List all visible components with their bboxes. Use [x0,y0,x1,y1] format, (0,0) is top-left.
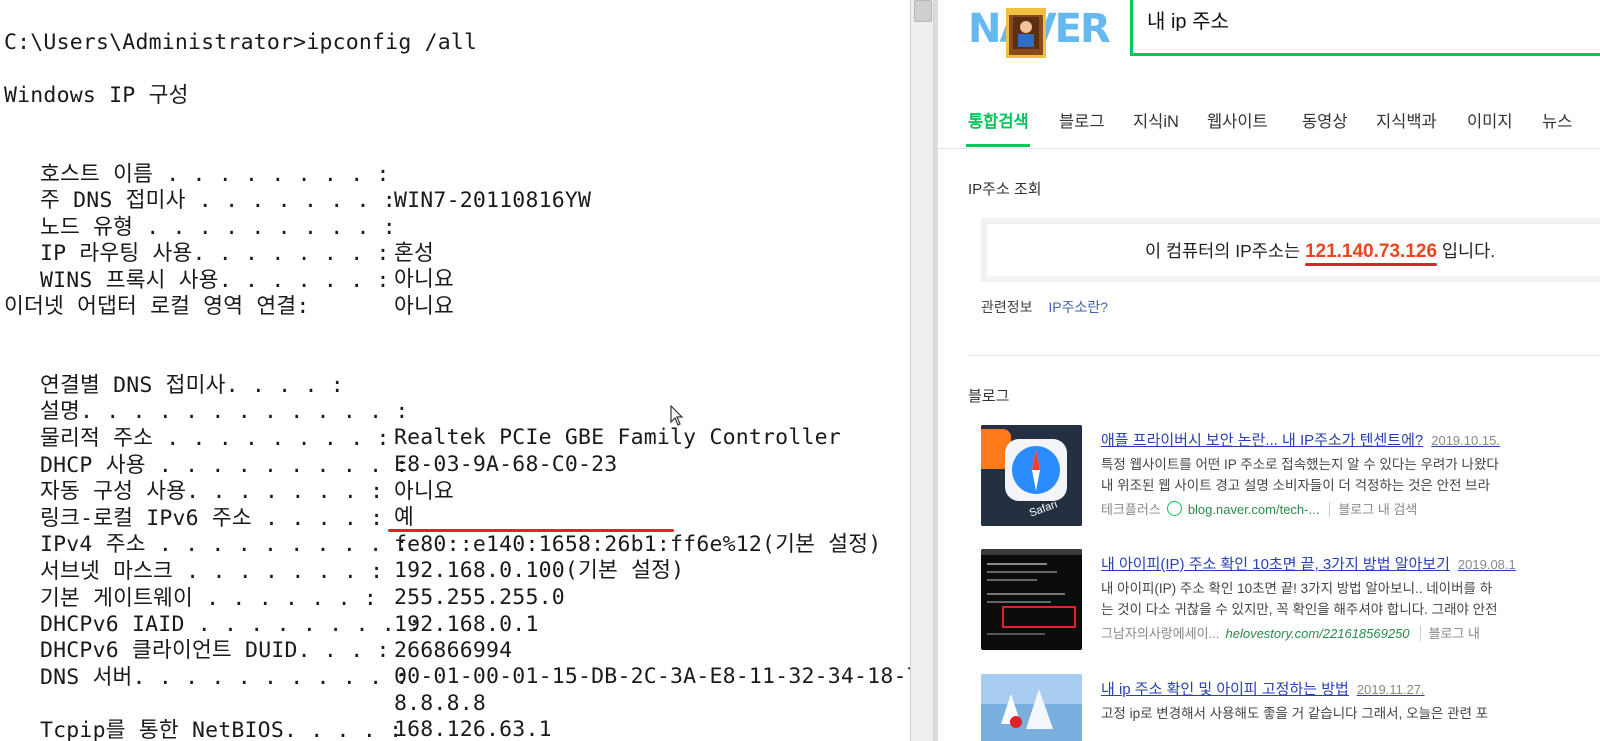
console-row: 서브넷 마스크 . . . . . . . : 255.255.255.0 [4,533,904,610]
console-row: 설명. . . . . . . . . . . . : Realtek PCIe… [4,373,904,450]
post-title-text: 내 ip 주소 확인 및 아이피 고정하는 방법 [1101,681,1349,698]
blog-post: 내 아이피(IP) 주소 확인 10초면 끝, 3가지 방법 알아보기 2019.… [981,549,1600,653]
related-info: 관련정보 IP주소란? [981,297,1108,317]
console-prompt-line: C:\Users\Administrator>ipconfig /all [4,30,478,55]
post-source: 그남자의사랑에세이... helovestory.com/221618569250… [1101,623,1480,642]
logo-doodle-icon [1006,8,1046,58]
console-row: 연결별 DNS 접미사. . . . : [4,347,904,398]
tab-website[interactable]: 웹사이트 [1207,108,1268,132]
naver-search-page: NAVER 통합검색 블로그 지식iN 웹사이트 동영상 지식백과 이미지 뉴스… [938,0,1600,741]
tab-encyclopedia[interactable]: 지식백과 [1376,108,1437,132]
console-value: 아니요 [394,267,454,292]
search-box[interactable] [1130,0,1600,56]
adapter-heading: 이더넷 어댑터 로컬 영역 연결: [4,294,310,319]
console-scrollbar[interactable] [910,0,934,741]
active-tab-indicator [966,144,1030,147]
blog-section-title: 블로그 [968,388,1010,405]
post-thumbnail[interactable] [981,549,1082,650]
search-input[interactable] [1147,8,1587,31]
command-prompt-window: C:\Users\Administrator>ipconfig /all Win… [0,0,910,741]
search-tabs: 통합검색 블로그 지식iN 웹사이트 동영상 지식백과 이미지 뉴스 [938,98,1600,149]
console-row: DHCPv6 클라이언트 DUID. . . : 00-01-00-01-15-… [4,612,910,689]
post-desc-line: 고정 ip로 변경해서 사용해도 좋을 거 같습니다 그래서, 오늘은 관련 포 [1101,706,1489,721]
ipv4-highlight-underline [388,529,674,532]
post-author[interactable]: 테크플러스 [1101,502,1161,517]
post-date: 2019.11.27. [1356,682,1425,697]
console-row: 물리적 주소 . . . . . . . . : E8-03-9A-68-C0-… [4,400,904,477]
ip-result-line: 이 컴퓨터의 IP주소는 121.140.73.126 입니다. [1145,238,1496,266]
console-label: WINS 프록시 사용. . . . . . : [40,268,390,293]
section-divider [968,355,1600,356]
console-row: DNS 서버. . . . . . . . . . : 8.8.8.8 [4,639,904,716]
post-title-text: 애플 프라이버시 보안 논란... 내 IP주소가 텐센트에? [1101,432,1424,449]
blog-search-link[interactable]: 블로그 내 검색 [1329,502,1418,517]
post-desc-line: 내 위조된 웹 사이트 경고 설명 소비자들이 더 걱정하는 것은 안전 브라 [1101,478,1491,493]
related-link[interactable]: IP주소란? [1048,299,1108,315]
blog-search-link[interactable]: 블로그 내 [1419,626,1480,641]
console-row: 168.126.63.1 [4,665,904,741]
post-description: 특정 웹사이트를 어떤 IP 주소로 접속했는지 알 수 있다는 우려가 나왔다… [1101,454,1600,496]
console-row: Tcpip를 통한 NetBIOS. . . . : 사용 [4,692,904,741]
console-value: 아니요 [394,294,454,319]
post-title[interactable]: 내 아이피(IP) 주소 확인 10초면 끝, 3가지 방법 알아보기 2019.… [1101,553,1516,574]
console-row: DHCPv6 IAID . . . . . . . . : 266866994 [4,586,904,663]
post-title[interactable]: 애플 프라이버시 보안 논란... 내 IP주소가 텐센트에? 2019.10.1… [1101,429,1500,450]
tab-image[interactable]: 이미지 [1467,108,1513,132]
post-desc-line: 내 아이피(IP) 주소 확인 10초면 끝! 3가지 방법 알아보니.. 네이… [1101,581,1493,596]
related-label: 관련정보 [981,299,1033,315]
tab-video[interactable]: 동영상 [1302,108,1348,132]
ip-address-text: 121.140.73.126 [1304,241,1438,262]
ip-suffix: 입니다. [1441,241,1496,261]
mouse-cursor-icon [670,405,684,426]
post-author[interactable]: 그남자의사랑에세이... [1101,626,1219,641]
post-title-text: 내 아이피(IP) 주소 확인 10초면 끝, 3가지 방법 알아보기 [1101,556,1450,573]
blog-post: Safari 애플 프라이버시 보안 논란... 내 IP주소가 텐센트에? 20… [981,425,1600,529]
tab-news[interactable]: 뉴스 [1542,108,1572,132]
search-header: NAVER [938,0,1600,88]
naver-logo[interactable]: NAVER [968,6,1128,58]
ip-address: 121.140.73.126 [1304,241,1438,266]
console-row: DHCP 사용 . . . . . . . . . : 아니요 [4,427,904,504]
post-description: 고정 ip로 변경해서 사용해도 좋을 거 같습니다 그래서, 오늘은 관련 포 [1101,703,1600,724]
console-value: 168.126.63.1 [394,717,552,741]
console-row: 노드 유형 . . . . . . . . . : 혼성 [4,189,904,266]
verified-check-icon [1166,501,1182,516]
post-desc-line: 는 것이 다소 귀찮을 수 있지만, 꼭 확인을 해주셔야 합니다. 그래야 안… [1101,602,1498,617]
console-row: IP 라우팅 사용. . . . . . . : 아니요 [4,215,904,292]
tab-kin[interactable]: 지식iN [1133,108,1179,132]
tab-integrated[interactable]: 통합검색 [968,108,1029,132]
blog-post: 내 ip 주소 확인 및 아이피 고정하는 방법 2019.11.27. 고정 i… [981,674,1600,741]
tab-blog[interactable]: 블로그 [1059,108,1105,132]
scrollbar-thumb[interactable] [914,0,932,22]
console-heading: Windows IP 구성 [4,83,189,108]
post-thumbnail[interactable]: Safari [981,425,1082,526]
ip-address-underline [1304,263,1438,266]
post-desc-line: 특정 웹사이트를 어떤 IP 주소로 접속했는지 알 수 있다는 우려가 나왔다 [1101,457,1499,472]
post-url[interactable]: helovestory.com/221618569250 [1225,626,1409,641]
post-description: 내 아이피(IP) 주소 확인 10초면 끝! 3가지 방법 알아보니.. 네이… [1101,578,1600,620]
console-row: 링크-로컬 IPv6 주소 . . . . : fe80::e140:1658:… [4,480,904,557]
post-date: 2019.08.1 [1457,557,1516,572]
console-row: 주 DNS 접미사 . . . . . . . : [4,162,904,213]
post-thumbnail[interactable] [981,674,1082,741]
console-label: Tcpip를 통한 NetBIOS. . . . : [40,718,403,741]
ip-result-box: 이 컴퓨터의 IP주소는 121.140.73.126 입니다. [981,218,1600,282]
console-row: 호스트 이름 . . . . . . . . : WIN7-20110816YW [4,136,904,213]
console-row: 자동 구성 사용. . . . . . . : 예 [4,453,904,530]
ip-prefix: 이 컴퓨터의 IP주소는 [1145,241,1301,261]
post-source: 테크플러스 blog.naver.com/tech-... 블로그 내 검색 [1101,499,1418,518]
post-date: 2019.10.15. [1431,433,1500,448]
post-title[interactable]: 내 ip 주소 확인 및 아이피 고정하는 방법 2019.11.27. [1101,678,1425,699]
console-row: WINS 프록시 사용. . . . . . : 아니요 [4,242,904,319]
console-row: 기본 게이트웨이 . . . . . . : 192.168.0.1 [4,560,904,637]
ip-section-title: IP주소 조회 [968,181,1042,198]
post-url[interactable]: blog.naver.com/tech-... [1188,502,1320,517]
